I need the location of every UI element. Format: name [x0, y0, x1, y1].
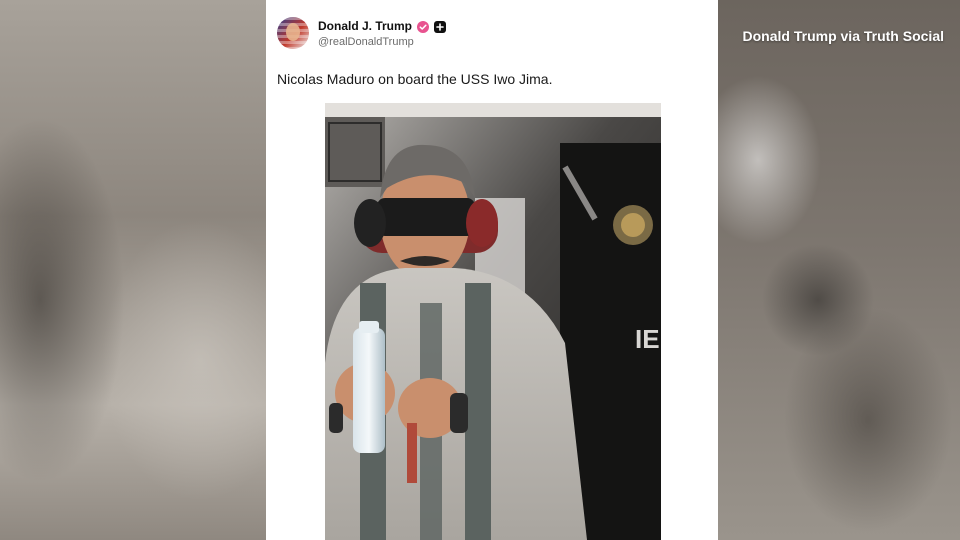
- plus-badge-icon: [434, 20, 447, 33]
- avatar[interactable]: [277, 17, 309, 49]
- avatar-face: [286, 23, 300, 41]
- blurred-background-left: [0, 0, 266, 540]
- truth-social-post-card: Donald J. Trump @realDonaldTrump Nicolas…: [266, 0, 718, 540]
- post-header: Donald J. Trump: [318, 17, 447, 35]
- post-photo[interactable]: IE: [325, 103, 661, 540]
- verified-badge-icon: [417, 20, 430, 33]
- svg-text:IE: IE: [635, 324, 660, 354]
- blurred-background-right: [718, 0, 960, 540]
- display-name[interactable]: Donald J. Trump: [318, 19, 412, 33]
- user-handle[interactable]: @realDonaldTrump: [318, 36, 414, 48]
- post-text: Nicolas Maduro on board the USS Iwo Jima…: [277, 71, 553, 87]
- source-credit-caption: Donald Trump via Truth Social: [742, 28, 944, 44]
